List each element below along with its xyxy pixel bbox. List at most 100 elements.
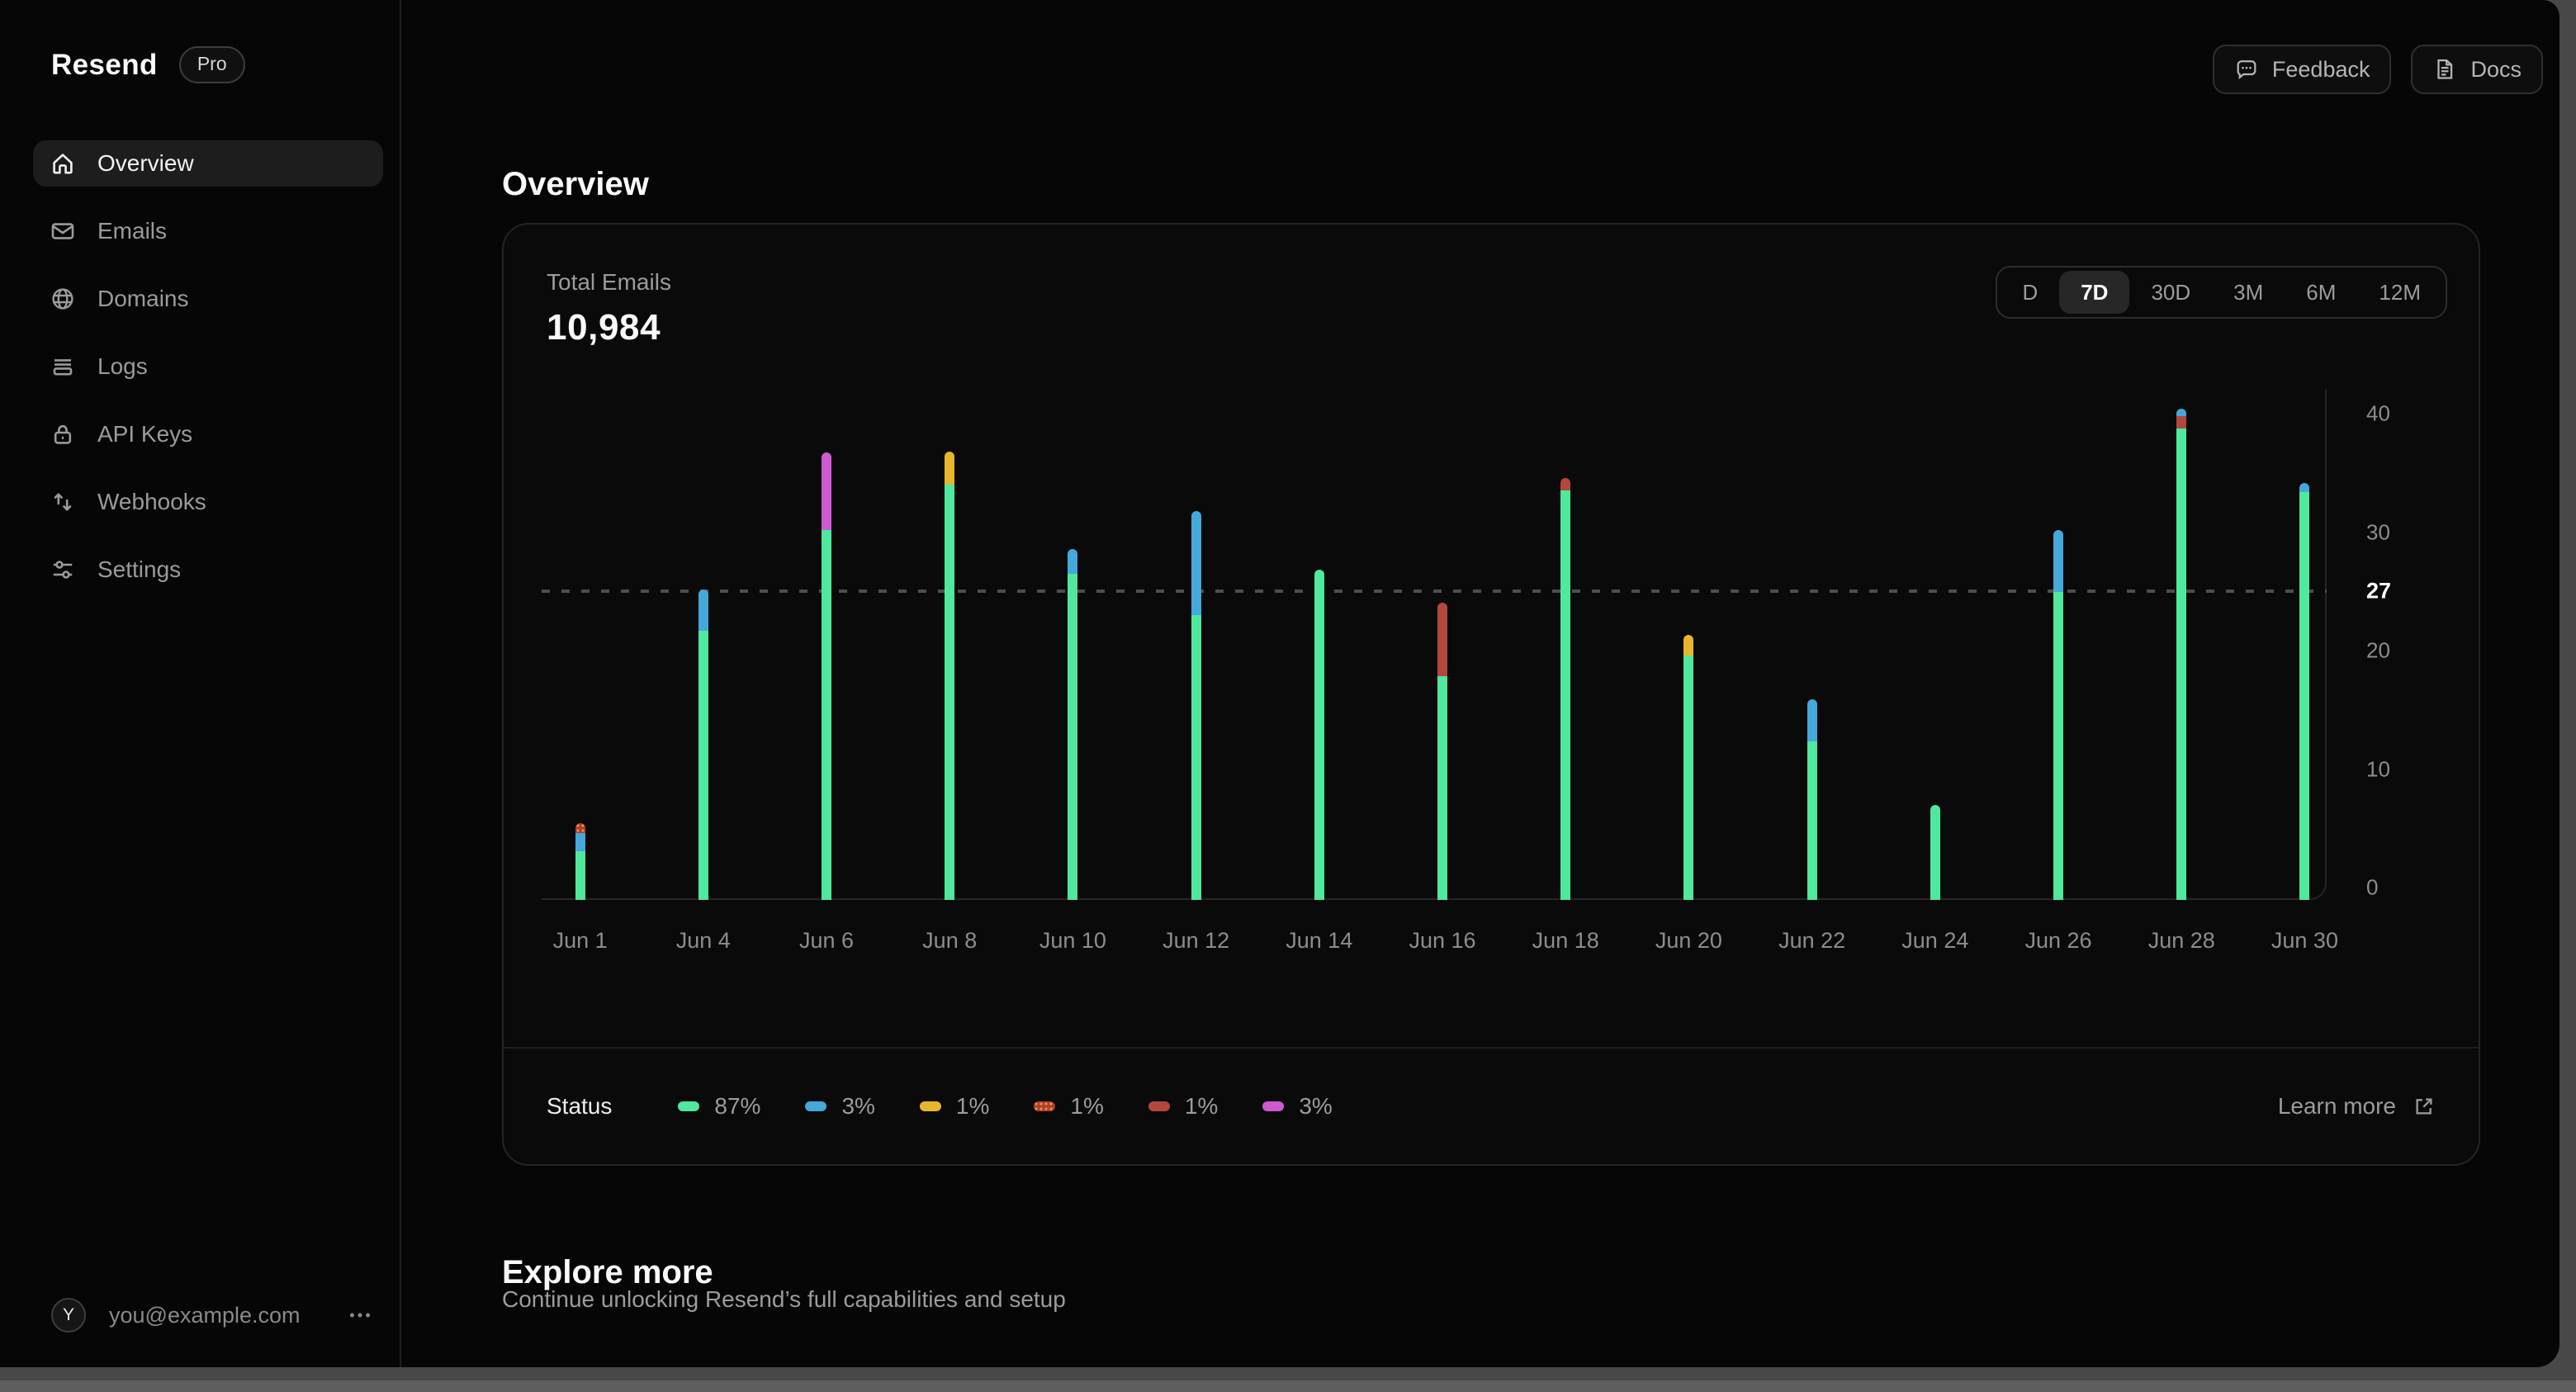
- learn-more-link[interactable]: Learn more: [2278, 1093, 2436, 1120]
- x-axis-label: Jun 30: [2271, 928, 2338, 953]
- segment-blue: [1191, 511, 1201, 616]
- segment-blue: [575, 832, 585, 851]
- legend-percentage: 1%: [1070, 1093, 1104, 1119]
- y-axis-tick: 10: [2366, 756, 2390, 781]
- feedback-label: Feedback: [2271, 56, 2370, 82]
- resend-logo[interactable]: Resend: [51, 49, 158, 82]
- range-tab-30d[interactable]: 30D: [2129, 271, 2212, 314]
- x-axis-label: Jun 16: [1409, 928, 1476, 953]
- x-axis-label: Jun 8: [922, 928, 978, 953]
- sidebar-item-webhooks[interactable]: Webhooks: [33, 479, 383, 525]
- x-axis-label: Jun 1: [552, 928, 608, 953]
- bar-jun-1[interactable]: [575, 823, 585, 900]
- segment-red: [1560, 478, 1571, 491]
- learn-more-label: Learn more: [2277, 1093, 2396, 1119]
- bar-slot-jun-4: Jun 4: [642, 390, 765, 953]
- sidebar-item-overview[interactable]: Overview: [33, 140, 383, 187]
- bar-jun-26[interactable]: [2053, 529, 2064, 900]
- bar-jun-6[interactable]: [822, 452, 831, 900]
- sidebar-item-settings[interactable]: Settings: [33, 547, 383, 593]
- bar-jun-8[interactable]: [945, 451, 955, 900]
- bar-jun-28[interactable]: [2176, 409, 2187, 900]
- mail-icon: [50, 218, 76, 244]
- page-title: Overview: [502, 165, 649, 202]
- bar-jun-16[interactable]: [1437, 603, 1448, 900]
- segment-green: [1683, 656, 1694, 900]
- bar-slot-jun-1: Jun 1: [519, 390, 642, 953]
- legend-entry-blue: 3%: [805, 1093, 875, 1120]
- legend-title: Status: [547, 1093, 613, 1119]
- x-axis-label: Jun 4: [675, 928, 731, 953]
- segment-green: [2176, 428, 2187, 900]
- legend-percentage: 1%: [955, 1093, 990, 1119]
- segment-green: [1807, 741, 1817, 900]
- user-email: you@example.com: [109, 1302, 301, 1328]
- x-axis-label: Jun 28: [2147, 928, 2215, 953]
- bar-jun-4[interactable]: [698, 589, 708, 900]
- bar-jun-14[interactable]: [1314, 570, 1324, 900]
- range-tab-3m[interactable]: 3M: [2212, 271, 2285, 314]
- home-icon: [50, 150, 76, 177]
- bar-slot-jun-20: Jun 20: [1627, 390, 1750, 953]
- user-row: Y you@example.com: [51, 1298, 380, 1333]
- segment-green: [1930, 804, 1940, 900]
- x-axis-label: Jun 14: [1286, 928, 1353, 953]
- range-tab-12m[interactable]: 12M: [2357, 271, 2442, 314]
- range-tabs: D 7D 30D 3M 6M 12M: [1996, 266, 2447, 319]
- range-tab-6m[interactable]: 6M: [2285, 271, 2357, 314]
- sidebar-item-domains[interactable]: Domains: [33, 276, 383, 322]
- x-axis-label: Jun 12: [1163, 928, 1230, 953]
- segment-blue: [1807, 699, 1817, 741]
- range-tab-d[interactable]: D: [2001, 271, 2059, 314]
- legend-percentage: 3%: [841, 1093, 875, 1119]
- legend-entry-green: 87%: [678, 1093, 760, 1120]
- user-menu-button[interactable]: [340, 1299, 380, 1332]
- bar-jun-10[interactable]: [1068, 549, 1078, 900]
- segment-green: [945, 484, 955, 900]
- segment-blue: [2053, 529, 2064, 592]
- bar-jun-22[interactable]: [1807, 699, 1817, 900]
- sidebar-item-label: API Keys: [97, 421, 193, 447]
- bar-jun-30[interactable]: [2299, 483, 2310, 900]
- bar-slot-jun-16: Jun 16: [1380, 390, 1503, 953]
- bar-slot-jun-24: Jun 24: [1873, 390, 1996, 953]
- segment-green: [1314, 570, 1324, 900]
- external-link-icon: [2413, 1095, 2436, 1118]
- feedback-button[interactable]: Feedback: [2212, 45, 2392, 94]
- bar-slot-jun-22: Jun 22: [1750, 390, 1873, 953]
- segment-yellow: [945, 451, 955, 485]
- total-emails-card: Total Emails 10,984 D 7D 30D 3M 6M 12M Jun 1J…: [502, 223, 2480, 1166]
- feedback-bubble-icon: [2234, 57, 2259, 82]
- bar-slot-jun-6: Jun 6: [765, 390, 888, 953]
- bar-slot-jun-28: Jun 28: [2120, 390, 2243, 953]
- y-axis-current-value: 27: [2366, 578, 2392, 604]
- bar-jun-24[interactable]: [1930, 804, 1940, 900]
- x-axis-label: Jun 26: [2024, 928, 2092, 953]
- segment-red: [1437, 603, 1448, 677]
- segment-green: [822, 529, 831, 900]
- range-tab-7d[interactable]: 7D: [2059, 271, 2130, 314]
- segment-green: [2299, 491, 2310, 900]
- legend-percentage: 3%: [1299, 1093, 1333, 1119]
- sidebar-item-label: Emails: [97, 218, 168, 244]
- y-axis-tick: 30: [2366, 519, 2390, 544]
- bar-slot-jun-8: Jun 8: [888, 390, 1011, 953]
- sidebar-item-logs[interactable]: Logs: [33, 343, 383, 390]
- x-axis-label: Jun 20: [1655, 928, 1722, 953]
- sidebar-item-emails[interactable]: Emails: [33, 208, 383, 254]
- docs-button[interactable]: Docs: [2411, 45, 2543, 94]
- x-axis-label: Jun 10: [1039, 928, 1106, 953]
- legend-chip-magenta: [1262, 1101, 1285, 1111]
- sidebar: Resend Pro Overview Emails Domains Logs API …: [0, 0, 401, 1367]
- bar-jun-18[interactable]: [1560, 478, 1571, 900]
- legend-chip-green: [678, 1101, 700, 1111]
- x-axis-label: Jun 6: [798, 928, 855, 953]
- bar-jun-20[interactable]: [1683, 634, 1694, 900]
- main-content: Feedback Docs Overview Total Emails 10,9…: [403, 0, 2559, 1367]
- legend-entry-orange: 1%: [1034, 1093, 1104, 1120]
- segment-red: [2176, 416, 2187, 428]
- sidebar-item-api-keys[interactable]: API Keys: [33, 411, 383, 457]
- legend-entry-red: 1%: [1148, 1093, 1218, 1120]
- segment-green: [698, 631, 708, 900]
- bar-jun-12[interactable]: [1191, 511, 1201, 900]
